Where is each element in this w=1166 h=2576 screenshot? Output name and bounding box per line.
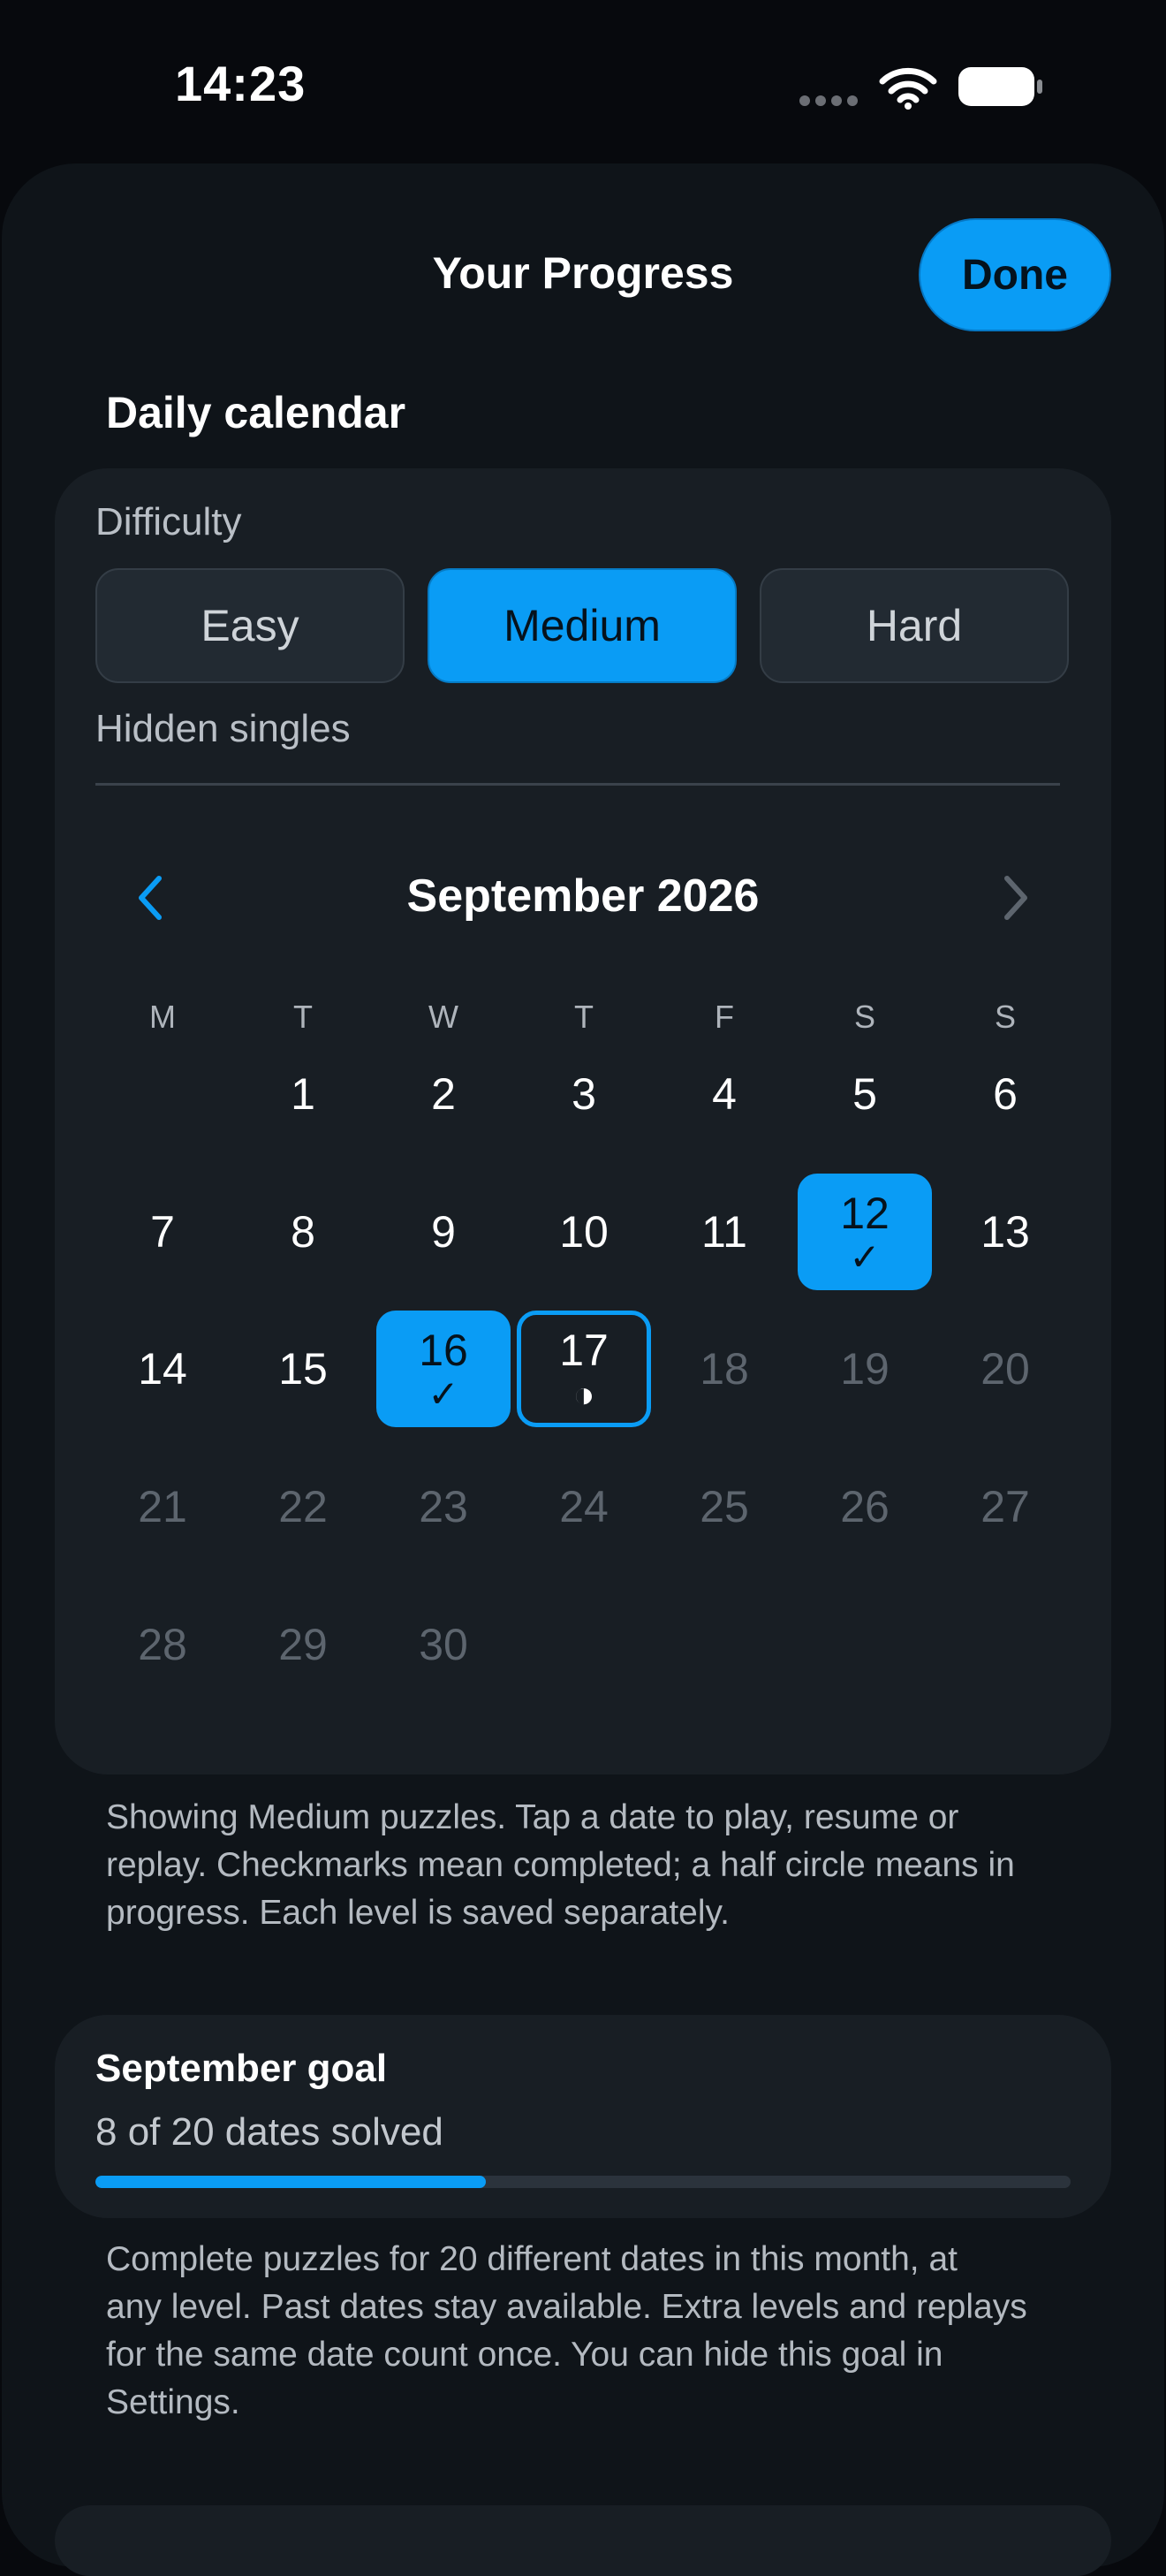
status-time: 14:23 — [175, 56, 307, 111]
calendar-day-number: 27 — [980, 1482, 1030, 1531]
calendar-day-number: 4 — [712, 1069, 737, 1119]
calendar-day-number: 8 — [291, 1207, 315, 1257]
calendar-day-number: 5 — [852, 1069, 877, 1119]
difficulty-easy-button[interactable]: Easy — [95, 568, 405, 683]
wifi-icon — [879, 67, 937, 110]
calendar-day-16[interactable]: 16 ✓ — [376, 1311, 511, 1427]
calendar-day-number: 16 — [419, 1326, 468, 1375]
section-heading: Daily calendar — [106, 388, 406, 437]
goal-explanation-line: Settings. — [106, 2383, 240, 2421]
calendar-day-13[interactable]: 13 — [938, 1174, 1072, 1290]
calendar-day-24: 24 — [517, 1448, 651, 1565]
calendar-day-30: 30 — [376, 1586, 511, 1703]
calendar-explanation: Showing Medium puzzles. Tap a date to pl… — [106, 1794, 1078, 1937]
calendar-day-number: 13 — [980, 1207, 1030, 1257]
month-title: September 2026 — [406, 870, 760, 922]
calendar-day-12[interactable]: 12 ✓ — [798, 1174, 932, 1290]
goal-explanation: Complete puzzles for 20 different dates … — [106, 2236, 1078, 2427]
half-circle-icon: ◑ — [572, 1373, 595, 1415]
calendar-day-2[interactable]: 2 — [376, 1036, 511, 1152]
calendar-day-number: 30 — [419, 1620, 468, 1669]
calendar-day-20: 20 — [938, 1311, 1072, 1427]
weekday-label: S — [853, 999, 875, 1035]
calendar-day-number: 25 — [700, 1482, 749, 1531]
difficulty-medium-button[interactable]: Medium — [428, 568, 737, 683]
calendar-day-number: 2 — [431, 1069, 456, 1119]
weekday-label: W — [428, 999, 458, 1035]
calendar-day-4[interactable]: 4 — [657, 1036, 791, 1152]
calendar-day-8[interactable]: 8 — [236, 1174, 370, 1290]
done-button[interactable]: Done — [919, 218, 1111, 331]
calendar-day-number: 7 — [150, 1207, 175, 1257]
calendar-day-3[interactable]: 3 — [517, 1036, 651, 1152]
calendar-day-number: 19 — [840, 1344, 890, 1394]
difficulty-hard-button[interactable]: Hard — [760, 568, 1069, 683]
weekday-label: T — [293, 999, 313, 1035]
calendar-explanation-line: replay. Checkmarks mean completed; a hal… — [106, 1846, 1015, 1884]
calendar-day-number: 20 — [980, 1344, 1030, 1394]
status-bar: 14:23 — [0, 0, 1166, 168]
calendar-day-27: 27 — [938, 1448, 1072, 1565]
cellular-signal-icon — [799, 95, 858, 106]
goal-title: September goal — [95, 2047, 388, 2090]
calendar-day-number: 29 — [278, 1620, 328, 1669]
weekday-label: F — [715, 999, 734, 1035]
calendar-day-number: 22 — [278, 1482, 328, 1531]
goal-explanation-line: Complete puzzles for 20 different dates … — [106, 2240, 958, 2278]
calendar-day-25: 25 — [657, 1448, 791, 1565]
calendar-day-number: 17 — [559, 1326, 609, 1375]
calendar-day-18: 18 — [657, 1311, 791, 1427]
calendar-day-number: 28 — [138, 1620, 187, 1669]
goal-progress-fill — [95, 2176, 486, 2188]
calendar-day-15[interactable]: 15 — [236, 1311, 370, 1427]
calendar-day-17[interactable]: 17 ◑ — [517, 1311, 651, 1427]
calendar-day-number: 15 — [278, 1344, 328, 1394]
calendar-day-5[interactable]: 5 — [798, 1036, 932, 1152]
calendar-day-number: 6 — [993, 1069, 1018, 1119]
calendar-day-number: 18 — [700, 1344, 749, 1394]
goal-progress-bar — [95, 2176, 1071, 2188]
calendar-day-number: 3 — [572, 1069, 596, 1119]
calendar-day-10[interactable]: 10 — [517, 1174, 651, 1290]
calendar-day-number: 21 — [138, 1482, 187, 1531]
calendar-day-19: 19 — [798, 1311, 932, 1427]
calendar-day-29: 29 — [236, 1586, 370, 1703]
weekday-label: S — [994, 999, 1016, 1035]
calendar-day-number: 10 — [559, 1207, 609, 1257]
calendar-day-11[interactable]: 11 — [657, 1174, 791, 1290]
weekday-label: M — [149, 999, 176, 1035]
calendar-day-23: 23 — [376, 1448, 511, 1565]
calendar-day-9[interactable]: 9 — [376, 1174, 511, 1290]
calendar-day-number: 11 — [701, 1207, 747, 1257]
difficulty-label: Difficulty — [95, 500, 242, 543]
calendar-day-7[interactable]: 7 — [95, 1174, 230, 1290]
calendar-day-number: 23 — [419, 1482, 468, 1531]
checkmark-icon: ✓ — [849, 1236, 881, 1278]
divider — [95, 783, 1060, 786]
calendar-explanation-line: progress. Each level is saved separately… — [106, 1894, 730, 1932]
calendar-day-number: 9 — [431, 1207, 456, 1257]
calendar-day-21: 21 — [95, 1448, 230, 1565]
next-month-chevron-icon[interactable] — [998, 873, 1034, 923]
checkmark-icon: ✓ — [428, 1373, 459, 1415]
weekday-label: T — [574, 999, 594, 1035]
calendar-explanation-line: Showing Medium puzzles. Tap a date to pl… — [106, 1798, 959, 1836]
goal-progress-text: 8 of 20 dates solved — [95, 2110, 443, 2154]
calendar-day-26: 26 — [798, 1448, 932, 1565]
goal-explanation-line: any level. Past dates stay available. Ex… — [106, 2288, 1027, 2326]
calendar-day-1[interactable]: 1 — [236, 1036, 370, 1152]
calendar-day-22: 22 — [236, 1448, 370, 1565]
calendar-day-number: 1 — [291, 1069, 315, 1119]
technique-label: Hidden singles — [95, 707, 351, 750]
calendar-day-28: 28 — [95, 1586, 230, 1703]
next-card-peek — [55, 2505, 1111, 2576]
calendar-day-14[interactable]: 14 — [95, 1311, 230, 1427]
calendar-day-6[interactable]: 6 — [938, 1036, 1072, 1152]
goal-explanation-line: for the same date count once. You can hi… — [106, 2336, 943, 2374]
calendar-day-number: 12 — [840, 1189, 890, 1238]
calendar-day-number: 14 — [138, 1344, 187, 1394]
calendar-day-number: 24 — [559, 1482, 609, 1531]
battery-icon — [958, 67, 1042, 106]
calendar-day-number: 26 — [840, 1482, 890, 1531]
